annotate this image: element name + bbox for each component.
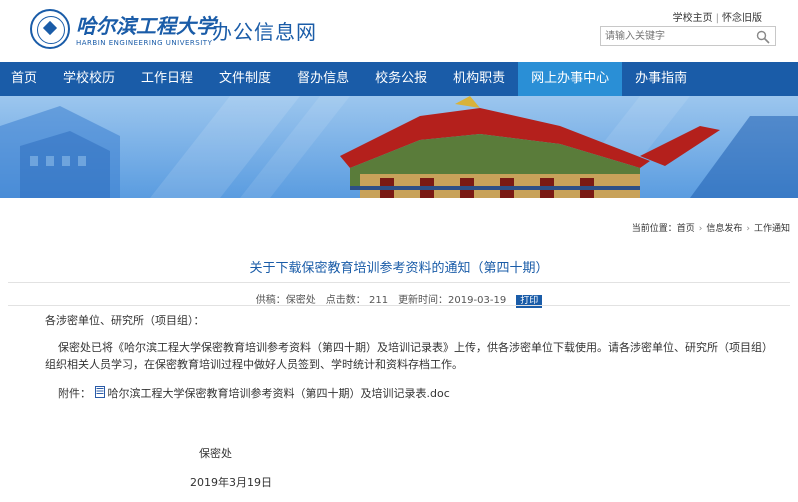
nav-calendar[interactable]: 学校校历 [50, 62, 128, 96]
top-links-separator: | [715, 13, 719, 24]
divider [8, 282, 790, 283]
search-input[interactable] [601, 27, 751, 45]
breadcrumb-label: 当前位置： [631, 224, 677, 234]
breadcrumb: 当前位置：首页 › 信息发布 › 工作通知 [632, 221, 790, 234]
banner-illustration [0, 96, 798, 198]
nav-schedule[interactable]: 工作日程 [128, 62, 206, 96]
link-old-version[interactable]: 怀念旧版 [722, 13, 762, 24]
logo-english-name: HARBIN ENGINEERING UNIVERSITY [76, 39, 213, 47]
article-greeting: 各涉密单位、研究所（项目组）： [45, 314, 205, 327]
nav-guide[interactable]: 办事指南 [622, 62, 700, 96]
breadcrumb-info-release[interactable]: 信息发布 [706, 224, 742, 234]
attachment-label: 附件： [58, 387, 91, 400]
chevron-right-icon: › [698, 224, 703, 234]
university-logo[interactable]: 哈尔滨工程大学 HARBIN ENGINEERING UNIVERSITY [30, 9, 216, 51]
nav-bulletin[interactable]: 校务公报 [362, 62, 440, 96]
breadcrumb-work-notice[interactable]: 工作通知 [754, 224, 790, 234]
article-body: 保密处已将《哈尔滨工程大学保密教育培训参考资料（第四十期）及培训记录表》上传，供… [45, 341, 773, 371]
header-banner-image [0, 96, 798, 198]
nav-regulations[interactable]: 文件制度 [206, 62, 284, 96]
logo-chinese-name: 哈尔滨工程大学 [76, 14, 216, 38]
site-title: 办公信息网 [212, 20, 317, 44]
attachment-link[interactable]: 哈尔滨工程大学保密教育培训参考资料（第四十期）及培训记录表.doc [108, 387, 450, 400]
article-signature: 保密处 [199, 447, 232, 460]
article-date: 2019年3月19日 [190, 476, 272, 489]
divider [8, 305, 790, 306]
link-school-home[interactable]: 学校主页 [673, 13, 713, 24]
top-links: 学校主页 | 怀念旧版 [673, 9, 762, 24]
main-nav: 首页 学校校历 工作日程 文件制度 督办信息 校务公报 机构职责 网上办事中心 … [0, 62, 798, 96]
article-attachment: 附件： 哈尔滨工程大学保密教育培训参考资料（第四十期）及培训记录表.doc [58, 385, 450, 402]
nav-supervision[interactable]: 督办信息 [284, 62, 362, 96]
site-header: 哈尔滨工程大学 HARBIN ENGINEERING UNIVERSITY 办公… [0, 0, 798, 62]
word-document-icon [94, 386, 105, 398]
nav-departments[interactable]: 机构职责 [440, 62, 518, 96]
article-title: 关于下载保密教育培训参考资料的通知（第四十期） [249, 261, 549, 276]
nav-home[interactable]: 首页 [0, 62, 50, 96]
search-box [600, 26, 776, 46]
chevron-right-icon: › [746, 224, 750, 234]
print-button[interactable]: 打印 [516, 295, 543, 308]
university-seal-icon [30, 9, 70, 49]
nav-online-services[interactable]: 网上办事中心 [518, 62, 623, 96]
search-icon[interactable] [756, 30, 770, 44]
breadcrumb-home[interactable]: 首页 [677, 224, 695, 234]
